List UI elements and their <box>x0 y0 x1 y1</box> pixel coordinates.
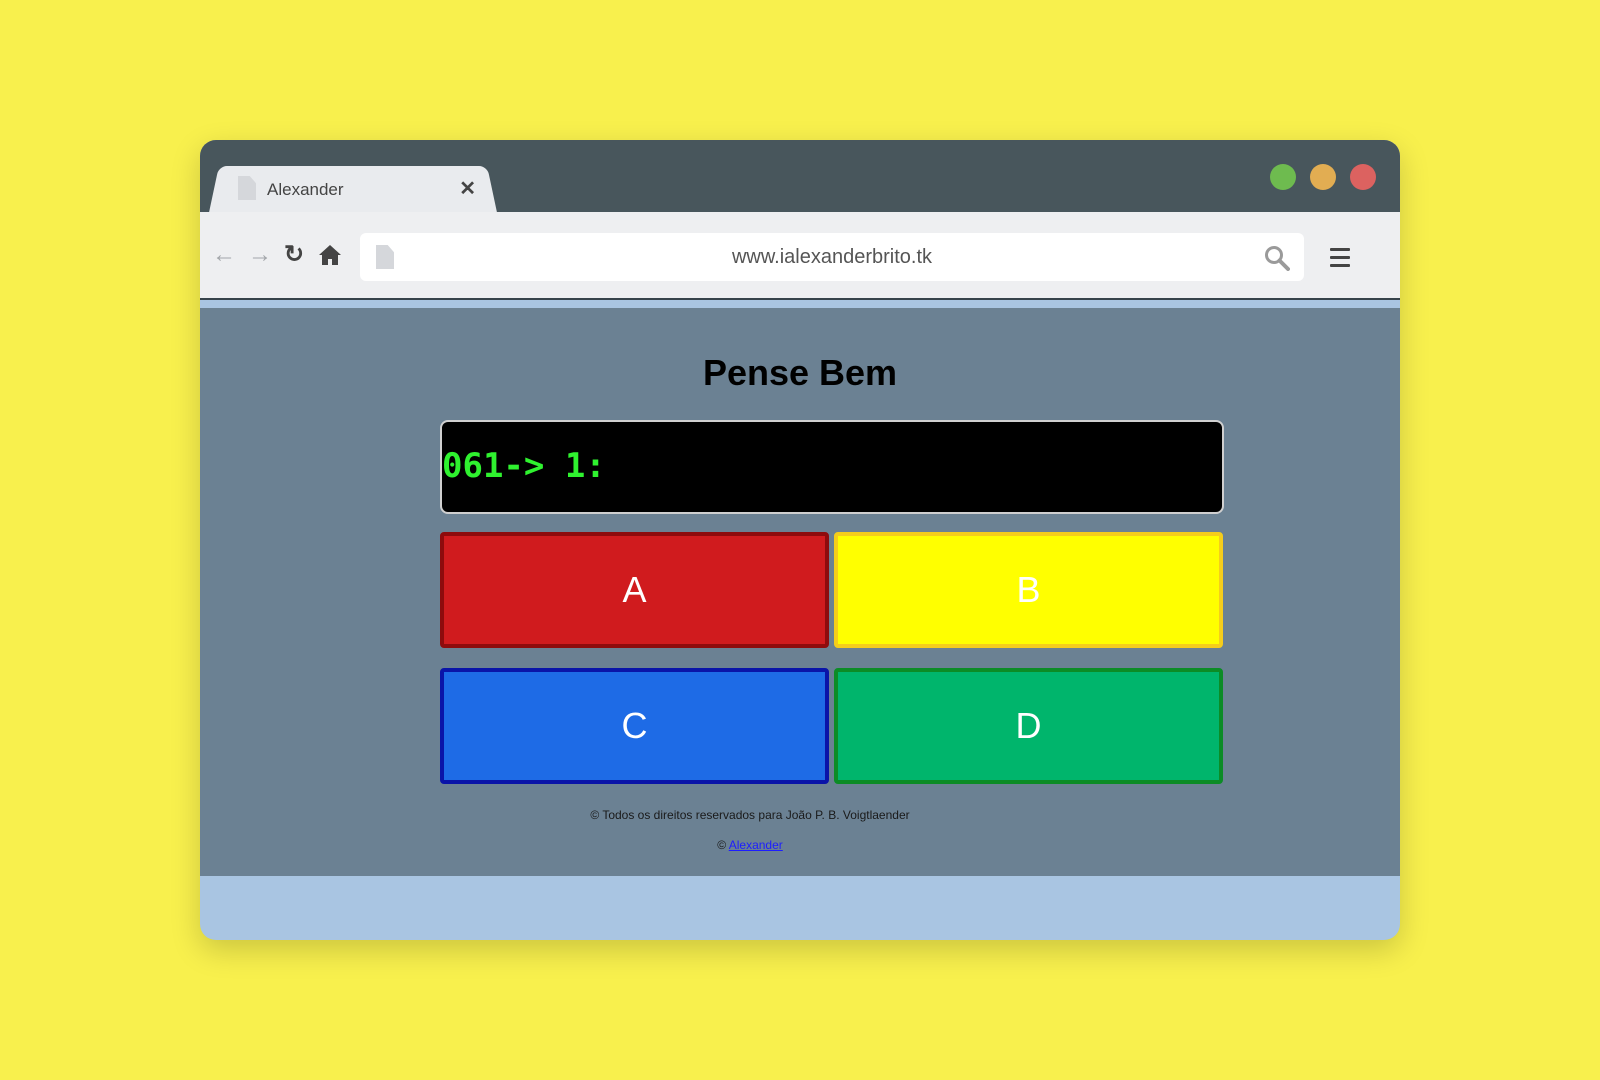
address-bar[interactable]: www.ialexanderbrito.tk <box>360 233 1304 281</box>
back-arrow-icon[interactable]: ← <box>212 242 236 268</box>
browser-toolbar: ← → ↻ www.ialexanderbrito.tk <box>200 212 1400 298</box>
footer-copyright: © Todos os direitos reservados para João… <box>590 808 910 822</box>
close-icon[interactable]: ✕ <box>459 176 476 201</box>
page-top-strip <box>200 300 1400 308</box>
minimize-button[interactable] <box>1310 164 1336 190</box>
answer-button-b[interactable]: B <box>834 532 1223 648</box>
game-display: 061-> 1: <box>440 420 1224 514</box>
author-link[interactable]: Alexander <box>729 838 783 852</box>
home-icon[interactable] <box>318 244 342 266</box>
tab-title: Alexander <box>267 180 344 199</box>
footer-credit-prefix: © <box>717 838 727 852</box>
page-title: Pense Bem <box>702 352 898 393</box>
title-bar: Alexander ✕ <box>200 140 1400 212</box>
url-text[interactable]: www.ialexanderbrito.tk <box>360 246 1304 269</box>
page-content: Pense Bem 061-> 1: A B C D © Todos os di… <box>200 308 1400 876</box>
forward-arrow-icon[interactable]: → <box>248 242 272 268</box>
maximize-button[interactable] <box>1270 164 1296 190</box>
file-icon <box>238 176 256 200</box>
display-text: 061-> 1: <box>442 446 606 486</box>
reload-icon[interactable]: ↻ <box>284 242 304 268</box>
hamburger-menu-icon[interactable] <box>1330 248 1350 267</box>
browser-window: Alexander ✕ ← → ↻ www.ialexanderbrito.tk… <box>200 140 1400 940</box>
browser-tab[interactable]: Alexander ✕ <box>222 166 484 212</box>
close-window-button[interactable] <box>1350 164 1376 190</box>
answer-button-d[interactable]: D <box>834 668 1223 784</box>
answer-button-c[interactable]: C <box>440 668 829 784</box>
search-icon[interactable] <box>1264 245 1290 271</box>
footer-credit: © Alexander <box>200 838 1300 852</box>
answer-button-a[interactable]: A <box>440 532 829 648</box>
